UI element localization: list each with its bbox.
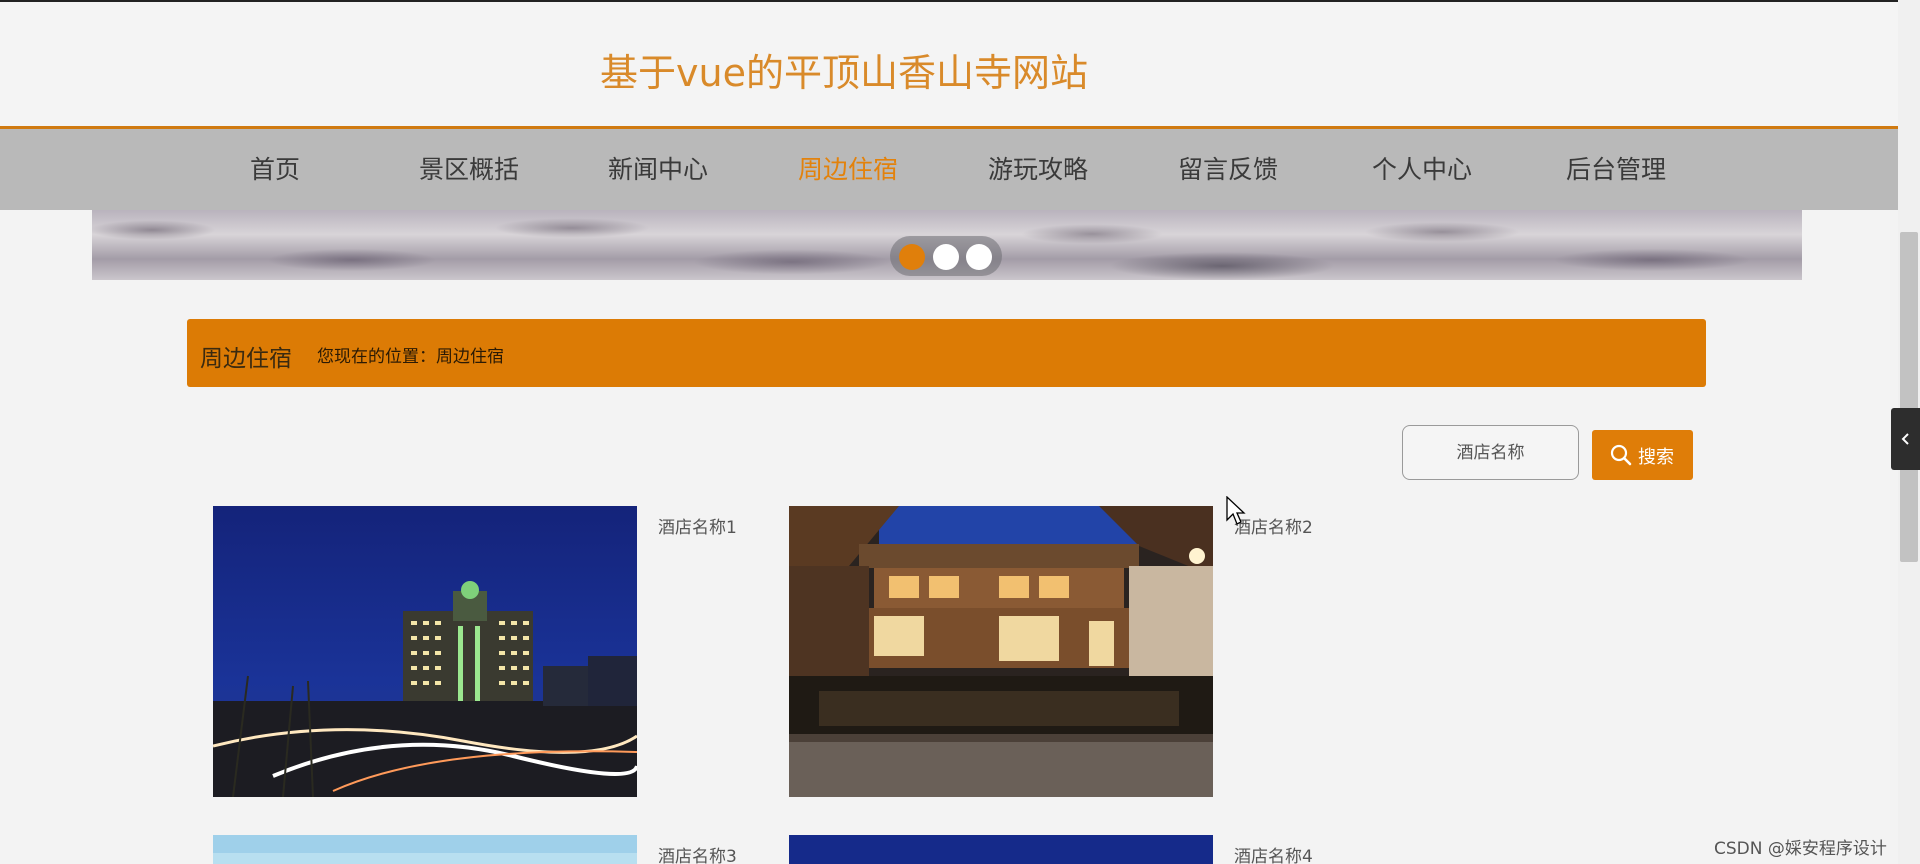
breadcrumb-location: 您现在的位置：周边住宿 <box>317 347 504 367</box>
hotel-photo-night-city <box>213 506 637 797</box>
nav-item-travel-guide[interactable]: 游玩攻略 <box>988 129 1088 210</box>
hotel-image-1[interactable] <box>213 506 637 797</box>
nav-item-home[interactable]: 首页 <box>250 129 300 210</box>
hotel-photo-3 <box>213 835 637 864</box>
section-title: 周边住宿 <box>200 346 292 372</box>
hotel-name-search-input[interactable] <box>1402 425 1579 480</box>
nav-item-scenic-overview[interactable]: 景区概括 <box>419 129 519 210</box>
mouse-cursor-icon <box>1226 496 1246 525</box>
scrollbar-thumb[interactable] <box>1900 232 1918 562</box>
hotel-name-3[interactable]: 酒店名称3 <box>658 842 737 864</box>
search-button[interactable]: 搜索 <box>1592 430 1693 480</box>
carousel-dot-2[interactable] <box>933 244 959 270</box>
nav-item-admin[interactable]: 后台管理 <box>1566 129 1666 210</box>
nav-item-feedback[interactable]: 留言反馈 <box>1178 129 1278 210</box>
site-title: 基于vue的平顶山香山寺网站 <box>600 51 1088 95</box>
hotel-photo-4 <box>789 835 1213 864</box>
hotel-image-3[interactable] <box>213 835 637 864</box>
nav-item-nearby-lodging[interactable]: 周边住宿 <box>798 129 898 210</box>
chevron-left-icon <box>1901 433 1909 445</box>
search-button-label: 搜索 <box>1638 447 1674 467</box>
hotel-image-4[interactable] <box>789 835 1213 864</box>
side-collapse-tab[interactable] <box>1891 408 1920 470</box>
hotel-name-1[interactable]: 酒店名称1 <box>658 513 737 538</box>
watermark: CSDN @婇安程序设计 <box>1714 839 1887 859</box>
carousel-dot-1[interactable] <box>899 244 925 270</box>
site-header: 基于vue的平顶山香山寺网站 <box>0 2 1898 126</box>
hotel-image-2[interactable] <box>789 506 1213 797</box>
nav-item-personal-center[interactable]: 个人中心 <box>1372 129 1472 210</box>
main-nav: 首页 景区概括 新闻中心 周边住宿 游玩攻略 留言反馈 个人中心 后台管理 <box>0 126 1898 210</box>
hotel-photo-courtyard <box>789 506 1213 797</box>
hotel-name-4[interactable]: 酒店名称4 <box>1234 842 1313 864</box>
breadcrumb-bar: 周边住宿 您现在的位置：周边住宿 <box>187 319 1706 387</box>
carousel-dot-3[interactable] <box>966 244 992 270</box>
carousel-indicators <box>890 236 1002 276</box>
search-icon <box>1610 444 1632 466</box>
nav-item-news-center[interactable]: 新闻中心 <box>608 129 708 210</box>
